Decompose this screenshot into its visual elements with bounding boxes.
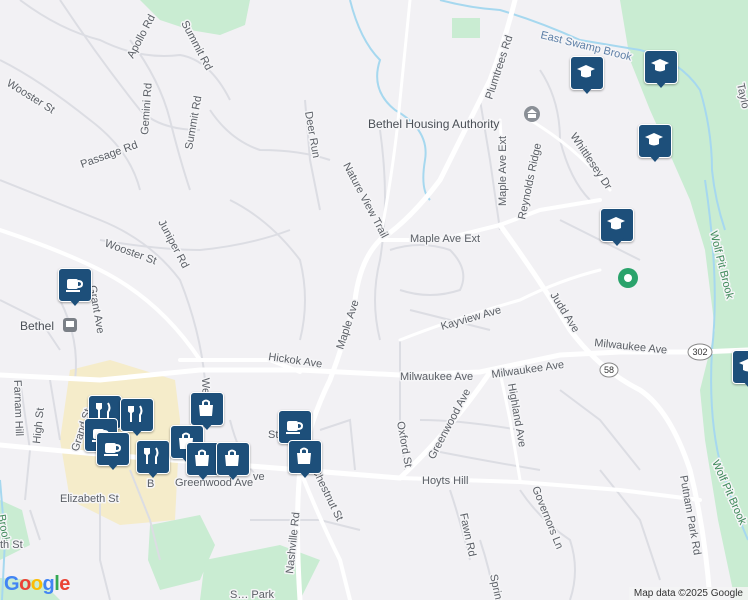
label-milwaukee-1: Milwaukee Ave xyxy=(400,371,473,383)
map-canvas[interactable]: Plumtrees Rd East Swamp Brook Taylo Apol… xyxy=(0,0,748,600)
label-high-st: High St xyxy=(31,407,47,444)
coffee-cup-icon xyxy=(286,421,304,434)
label-juniper: Juniper Rd xyxy=(155,218,191,271)
label-wooster-2: Wooster St xyxy=(103,238,158,268)
label-summit-2: Summit Rd xyxy=(183,95,204,151)
label-bethel-housing-authority: Bethel Housing Authority xyxy=(368,117,499,131)
fork-knife-icon xyxy=(128,405,143,422)
label-bethel: Bethel xyxy=(20,319,54,333)
svg-text:302: 302 xyxy=(692,347,707,357)
shopping-marker[interactable] xyxy=(216,442,250,482)
route-shield-302: 302 xyxy=(687,343,713,361)
label-deer-run: Deer Run xyxy=(302,110,322,158)
svg-text:58: 58 xyxy=(604,365,614,375)
label-greenwood-1: Greenwood Ave xyxy=(426,387,473,462)
shopping-marker[interactable] xyxy=(186,442,220,482)
cafe-marker[interactable] xyxy=(58,268,92,308)
label-fawn: Fawn Rd xyxy=(457,512,478,558)
fork-knife-icon xyxy=(144,447,159,464)
cafe-marker[interactable] xyxy=(96,432,130,472)
label-oxford: Oxford St xyxy=(394,420,414,468)
label-st-fragment: St xyxy=(268,429,278,441)
map-attribution: Map data ©2025 Google xyxy=(628,587,748,600)
google-logo: Google xyxy=(4,573,70,595)
graduation-cap-icon xyxy=(645,133,663,146)
park-small-rect xyxy=(452,18,480,38)
label-judd: Judd Ave xyxy=(547,290,581,335)
label-whittlesey: Whittlesey Dr xyxy=(568,131,615,192)
label-maple-ave-ext-1: Maple Ave Ext xyxy=(410,233,480,245)
graduation-cap-icon xyxy=(577,65,595,78)
label-plumtrees: Plumtrees Rd xyxy=(483,34,515,101)
label-hoyts-hill: Hoyts Hill xyxy=(422,475,468,487)
shopping-bag-icon xyxy=(195,449,209,466)
graduation-cap-icon xyxy=(651,59,669,72)
school-marker[interactable] xyxy=(570,56,604,96)
map-base-layer: Plumtrees Rd East Swamp Brook Taylo Apol… xyxy=(0,0,748,600)
place-marker-icon xyxy=(618,268,638,288)
shopping-bag-icon xyxy=(225,449,239,466)
label-kayview: Kayview Ave xyxy=(440,304,503,333)
train-station-icon xyxy=(63,318,77,332)
label-ave-fragment: ve xyxy=(253,471,265,483)
shopping-marker[interactable] xyxy=(288,440,322,480)
road-judd xyxy=(497,222,713,600)
label-gemini: Gemini Rd xyxy=(139,83,155,136)
school-marker[interactable] xyxy=(732,350,748,390)
graduation-cap-icon xyxy=(607,217,625,230)
building-icon xyxy=(524,106,540,122)
label-maple-ave: Maple Ave xyxy=(334,299,361,351)
stream-center xyxy=(349,0,431,201)
graduation-cap-icon xyxy=(739,359,748,372)
label-farnam: Farnam Hill xyxy=(11,380,25,437)
coffee-cup-icon xyxy=(104,443,122,456)
school-marker[interactable] xyxy=(600,208,634,248)
restaurant-marker[interactable] xyxy=(136,440,170,480)
label-spring: Spring xyxy=(487,573,505,600)
label-th-st: th St xyxy=(0,539,23,551)
label-bottom-fragment: S… Park xyxy=(230,589,275,600)
coffee-cup-icon xyxy=(66,279,84,292)
label-nature-view: Nature View Trail xyxy=(340,161,390,240)
school-marker[interactable] xyxy=(638,124,672,164)
label-governors: Governors Ln xyxy=(529,485,565,551)
shopping-bag-icon xyxy=(199,399,213,416)
route-shield-58: 58 xyxy=(599,362,619,378)
school-marker[interactable] xyxy=(644,50,678,90)
shopping-bag-icon xyxy=(297,447,311,464)
label-wooster-1: Wooster St xyxy=(4,77,56,116)
label-elizabeth: Elizabeth St xyxy=(60,493,119,505)
label-maple-ave-ext-2: Maple Ave Ext xyxy=(497,136,509,206)
